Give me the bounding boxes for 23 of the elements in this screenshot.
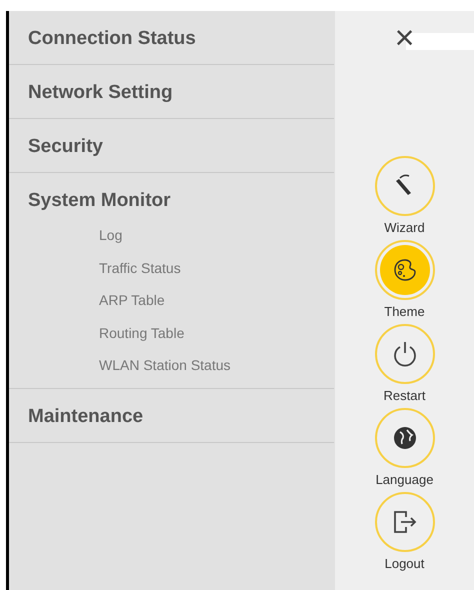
close-button[interactable]: ×	[394, 23, 414, 53]
action-label: Restart	[384, 387, 426, 405]
action-label: Wizard	[384, 219, 425, 237]
submenu-item[interactable]: WLAN Station Status	[9, 356, 334, 374]
submenu-item[interactable]: ARP Table	[9, 291, 334, 309]
theme-button[interactable]	[374, 240, 434, 300]
action-label: Logout	[384, 555, 424, 573]
menu-item[interactable]: System Monitor	[9, 190, 334, 212]
submenu-item[interactable]: Log	[9, 226, 334, 244]
logout-button[interactable]	[374, 492, 434, 552]
submenu-item[interactable]: Routing Table	[9, 324, 334, 342]
globe-icon	[392, 425, 418, 451]
menu-item[interactable]: Connection Status	[9, 28, 334, 50]
action-label: Language	[376, 471, 434, 489]
action-label: Theme	[384, 303, 425, 321]
wizard-button[interactable]	[374, 156, 434, 216]
menu-item[interactable]: Network Setting	[9, 82, 334, 104]
language-button[interactable]	[374, 408, 434, 468]
submenu-item[interactable]: Traffic Status	[9, 258, 334, 276]
palette-icon	[392, 257, 418, 283]
menu-item[interactable]: Security	[9, 136, 334, 158]
restart-button[interactable]	[374, 324, 434, 384]
menu-item[interactable]: Maintenance	[9, 406, 334, 428]
